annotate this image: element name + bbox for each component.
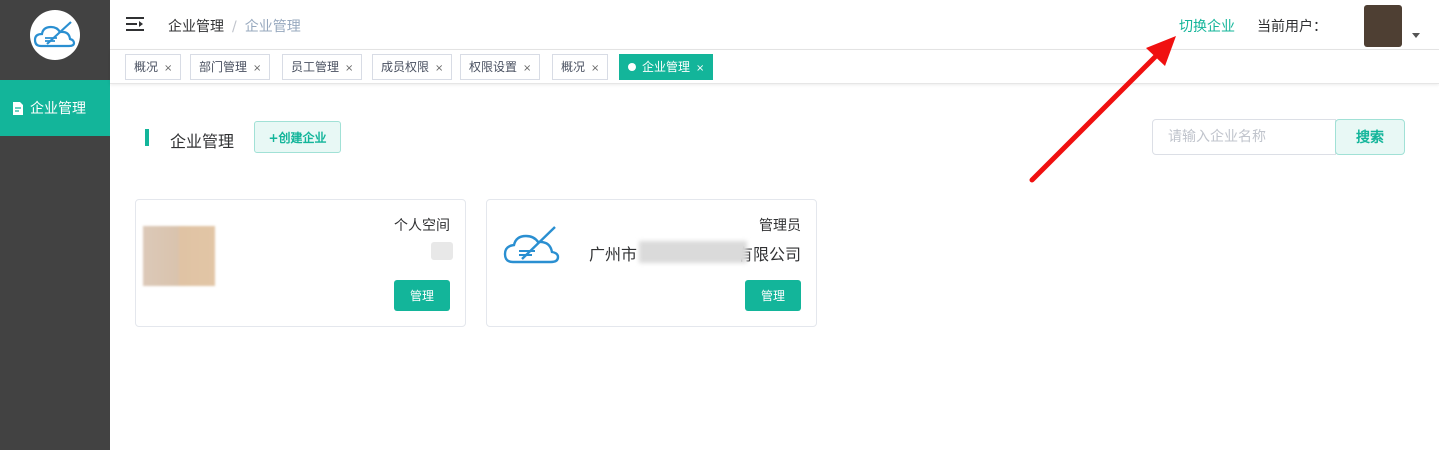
logo[interactable]: [30, 10, 80, 60]
caret-down-icon[interactable]: [1412, 33, 1420, 38]
card-name-redacted: [431, 242, 453, 260]
tag-label: 部门管理: [199, 60, 248, 74]
tag-enterprise-management[interactable]: 企业管理 ×: [619, 54, 714, 80]
close-icon[interactable]: ×: [435, 63, 443, 74]
tag-overview-2[interactable]: 概况 ×: [552, 54, 609, 80]
redaction-mask: [639, 241, 747, 263]
breadcrumb-current: 企业管理: [244, 19, 301, 35]
hamburger-icon[interactable]: [126, 16, 144, 32]
sidebar-item-label: 企业管理: [30, 101, 86, 117]
close-icon[interactable]: ×: [591, 63, 599, 74]
tag-label: 概况: [561, 60, 586, 74]
enterprise-card: 管理员 广州市 有限公司 管理: [486, 199, 817, 327]
tag-department-management[interactable]: 部门管理 ×: [190, 54, 271, 80]
create-enterprise-button[interactable]: +创建企业: [254, 121, 341, 153]
enterprise-avatar: [143, 226, 215, 286]
tag-member-permissions[interactable]: 成员权限 ×: [372, 54, 453, 80]
card-name-prefix: 广州市: [588, 245, 637, 264]
current-user-label: 当前用户：: [1257, 19, 1327, 35]
tag-label: 权限设置: [469, 60, 518, 74]
close-icon[interactable]: ×: [345, 63, 353, 74]
card-role: 个人空间: [394, 218, 450, 234]
document-icon: [13, 101, 23, 115]
annotation-arrow-icon: [1029, 36, 1176, 183]
navbar: 企业管理 / 企业管理 切换企业 当前用户：: [110, 0, 1439, 50]
manage-button[interactable]: 管理: [394, 280, 450, 311]
close-icon[interactable]: ×: [523, 63, 531, 74]
avatar[interactable]: [1364, 5, 1402, 47]
sidebar-item-enterprise-management[interactable]: 企业管理: [0, 80, 110, 136]
tag-label: 成员权限: [381, 60, 430, 74]
close-icon[interactable]: ×: [164, 63, 172, 74]
card-role: 管理员: [759, 218, 801, 234]
breadcrumb: 企业管理 / 企业管理: [168, 16, 301, 36]
tag-overview[interactable]: 概况 ×: [125, 54, 182, 80]
close-icon[interactable]: ×: [253, 63, 261, 74]
title-accent-bar: [145, 129, 149, 146]
manage-button[interactable]: 管理: [745, 280, 801, 311]
breadcrumb-item[interactable]: 企业管理: [168, 19, 224, 35]
sidebar: 企业管理: [0, 0, 110, 450]
breadcrumb-separator: /: [232, 19, 237, 35]
tag-permission-settings[interactable]: 权限设置 ×: [460, 54, 541, 80]
enterprise-card: 个人空间 管理: [135, 199, 466, 327]
active-dot-icon: [628, 63, 636, 71]
tag-label: 概况: [134, 60, 159, 74]
tag-label: 企业管理: [642, 60, 691, 74]
page-title: 企业管理: [170, 132, 235, 151]
search-button[interactable]: 搜索: [1335, 119, 1405, 155]
cloud-pen-logo-icon: [33, 21, 76, 48]
tag-label: 员工管理: [291, 60, 340, 74]
tag-employee-management[interactable]: 员工管理 ×: [282, 54, 363, 80]
cloud-pen-logo-icon: [503, 226, 560, 264]
close-icon[interactable]: ×: [696, 63, 704, 74]
tags-view: 概况 × 部门管理 × 员工管理 × 成员权限 × 权限设置 × 概况 × 企业管理 ×: [110, 50, 1439, 84]
